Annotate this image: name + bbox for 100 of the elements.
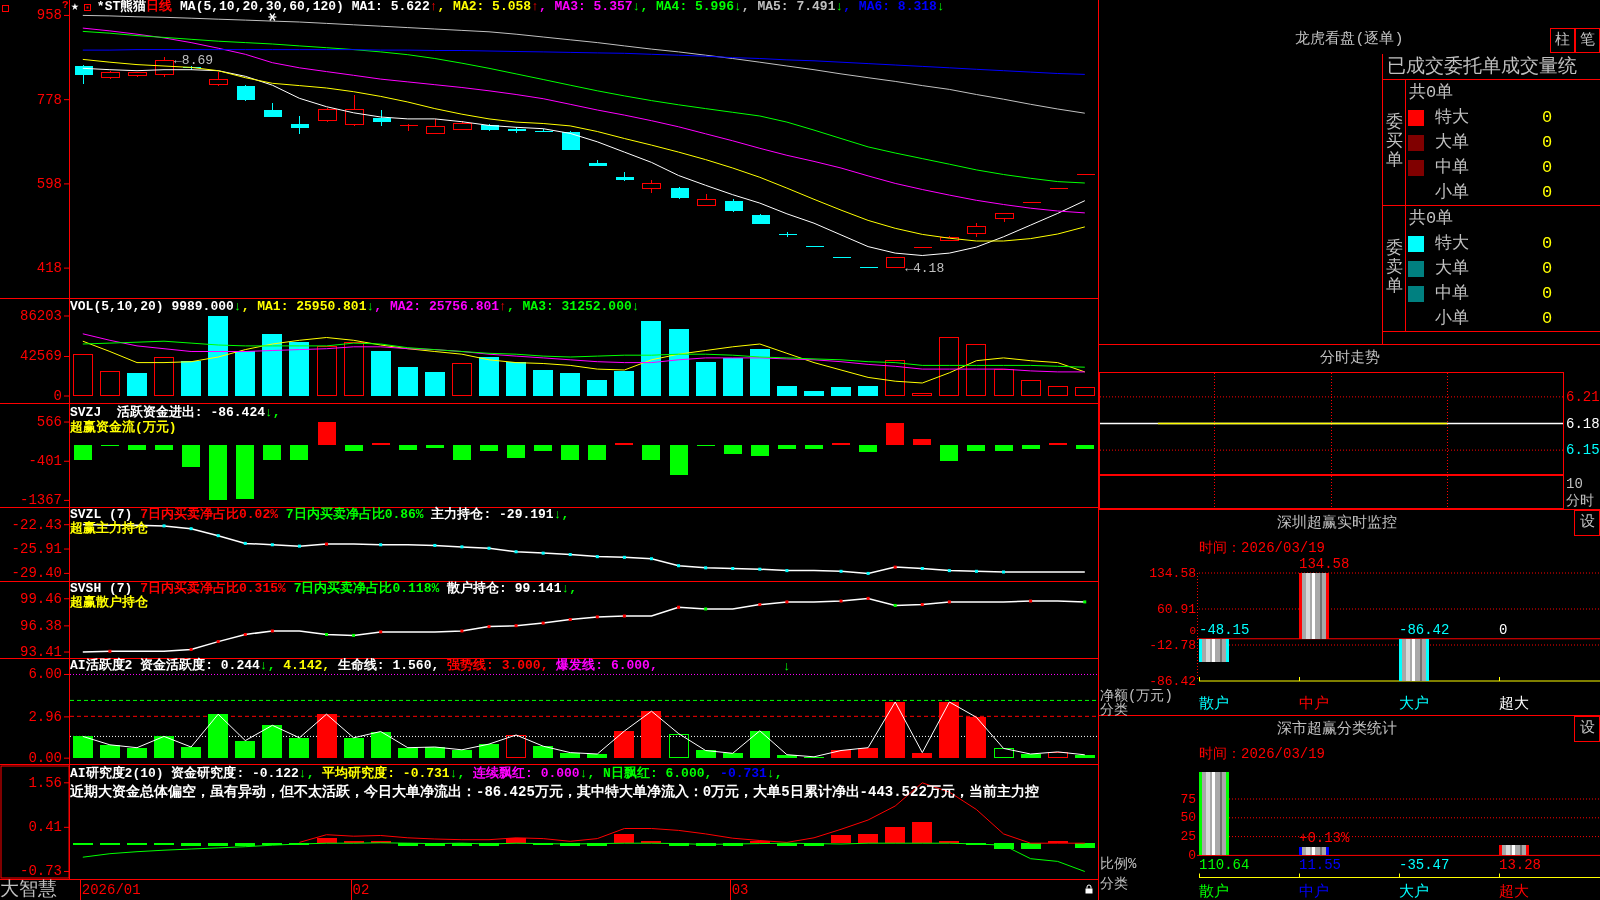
order-volume: 0	[1542, 258, 1553, 279]
y-axis-label: 60.91	[1157, 601, 1196, 617]
y-axis-label: 958	[36, 7, 62, 24]
y-axis-label: 99.46	[20, 590, 62, 607]
legend-text: , MA2: 5.058	[437, 0, 532, 14]
order-size-label: 特大	[1435, 233, 1470, 254]
legend-text: , MA6: 8.318	[843, 0, 937, 14]
order-volume: 0	[1542, 308, 1553, 329]
legend-text: 7日内买卖净占比0.86%	[284, 508, 424, 522]
timestamp: 时间：2026/03/19	[1199, 540, 1325, 556]
y-axis-label: 1.56	[28, 774, 62, 791]
legend-text: , MA5: 7.491	[741, 0, 836, 14]
rise-arrow: ↑	[429, 0, 438, 14]
order-size-label: 中单	[1435, 157, 1470, 178]
order-size-label: 中单	[1435, 283, 1470, 304]
order-count: 共0单	[1409, 82, 1454, 103]
value-label: 13.28	[1499, 857, 1541, 873]
order-count: 共0单	[1409, 208, 1454, 229]
y-axis-label: 0.00	[28, 750, 62, 767]
category-label: 大户	[1399, 883, 1429, 900]
axis-caption: 分时	[1566, 493, 1594, 509]
y-axis-label: -86.42	[1149, 673, 1196, 689]
y-axis-label: 598	[36, 175, 62, 192]
legend-text: SVSH (7)	[70, 582, 133, 596]
legend-text: 7日内买卖净占比0.118%	[292, 582, 440, 596]
category-label: 散户	[1199, 883, 1229, 900]
y-axis-label: 25	[1180, 829, 1196, 845]
legend-text: 4.142,	[282, 659, 331, 673]
fall-arrow: ↓,	[579, 766, 597, 781]
fall-arrow: ↓,	[449, 766, 467, 781]
fall-arrow: ↓	[233, 300, 242, 314]
y-axis-label: -29.40	[11, 565, 62, 582]
axis-title: 净额(万元)	[1100, 688, 1173, 704]
value-label: 0	[1499, 621, 1508, 638]
rise-arrow: ↑	[531, 0, 539, 14]
axis-title: 分类	[1100, 876, 1128, 892]
group-label: 委卖单	[1385, 240, 1403, 297]
change-annotation: +0.13%	[1299, 829, 1350, 846]
legend-text: 平均研究度: -0.731	[322, 766, 450, 781]
value-label: -48.15	[1199, 621, 1250, 638]
y-axis-label: -1367	[20, 492, 62, 509]
legend-text: , MA2: 25756.801	[374, 300, 500, 314]
legend-text: -0.731	[720, 766, 767, 781]
axis-title: 比例%	[1100, 856, 1137, 872]
order-size-label: 小单	[1435, 308, 1470, 329]
y-axis-label: -12.78	[1149, 637, 1196, 653]
category-label: 中户	[1299, 883, 1329, 900]
y-axis-label: 418	[36, 260, 62, 277]
legend-text: 强势线: 3.000,	[446, 659, 549, 673]
category-label: 散户	[1199, 695, 1229, 713]
legend-text: 超赢资金流(万元)	[70, 420, 177, 435]
timestamp: 时间：2026/03/19	[1199, 746, 1325, 762]
order-size-label: 大单	[1435, 132, 1470, 153]
price-annotation: ←4.18	[905, 260, 945, 276]
brand-name: 大智慧	[0, 880, 57, 900]
legend-text: 7日内买卖净占比0.315%	[140, 582, 286, 596]
fall-arrow: ↓	[936, 0, 945, 14]
fall-arrow: ↓,	[561, 582, 578, 596]
legend-text: 生命线: 1.560,	[336, 659, 440, 673]
legend-text: 超赢散户持仓	[70, 596, 148, 610]
axis-caption: 10	[1566, 476, 1583, 492]
section-title: 深圳超赢实时监控	[1276, 514, 1397, 532]
category-label: 超大	[1499, 695, 1529, 713]
fall-arrow: ↓	[366, 300, 375, 314]
axis-title: 分类	[1100, 702, 1128, 718]
y-axis-label: 0	[53, 388, 62, 404]
value-label: -86.42	[1399, 621, 1450, 638]
order-volume: 0	[1542, 157, 1553, 178]
legend-text: AI活跃度2 资金活跃度: 0.244	[70, 659, 260, 673]
y-axis-label: -0.73	[20, 863, 62, 880]
price-annotation: ←8.69	[174, 52, 214, 68]
section-title: 深市超赢分类统计	[1276, 720, 1397, 738]
legend-text: 主力持仓: -29.191	[430, 508, 554, 522]
order-volume: 0	[1542, 182, 1553, 203]
category-label: 中户	[1299, 695, 1329, 713]
legend-text: SVZJ 活跃资金进出: -86.424	[70, 405, 266, 420]
reference-line-label: 0	[1189, 624, 1196, 637]
section-title: 分时走势	[1319, 350, 1380, 367]
fall-arrow: ↓	[734, 0, 742, 14]
group-label: 委买单	[1385, 114, 1403, 171]
order-volume: 0	[1542, 107, 1553, 128]
table-title: 已成交委托单成交量统	[1383, 54, 1600, 80]
legend-text: MA(5,10,20,30,60,120) MA1: 5.622	[179, 0, 430, 14]
fall-arrow: ↓	[632, 0, 641, 14]
date-label: 2026/01	[81, 881, 141, 900]
legend-text: VOL(5,10,20) 9989.000	[70, 300, 234, 314]
value-label: -35.47	[1399, 857, 1450, 873]
value-label: 11.55	[1299, 857, 1341, 873]
price-axis-label: 6.21	[1566, 388, 1600, 405]
y-axis-label: 134.58	[1149, 565, 1196, 581]
rise-arrow: ↑	[499, 300, 507, 314]
legend-text: , MA3: 31252.000	[506, 300, 632, 314]
y-axis-label: 50	[1180, 810, 1196, 826]
y-axis-label: 566	[36, 414, 62, 431]
order-volume: 0	[1542, 132, 1553, 153]
category-label: 超大	[1499, 883, 1529, 900]
y-axis-label: -25.91	[11, 541, 62, 557]
y-axis-label: 93.41	[20, 644, 62, 661]
y-axis-label: 42569	[20, 348, 62, 365]
y-axis-label: 96.38	[20, 617, 62, 634]
